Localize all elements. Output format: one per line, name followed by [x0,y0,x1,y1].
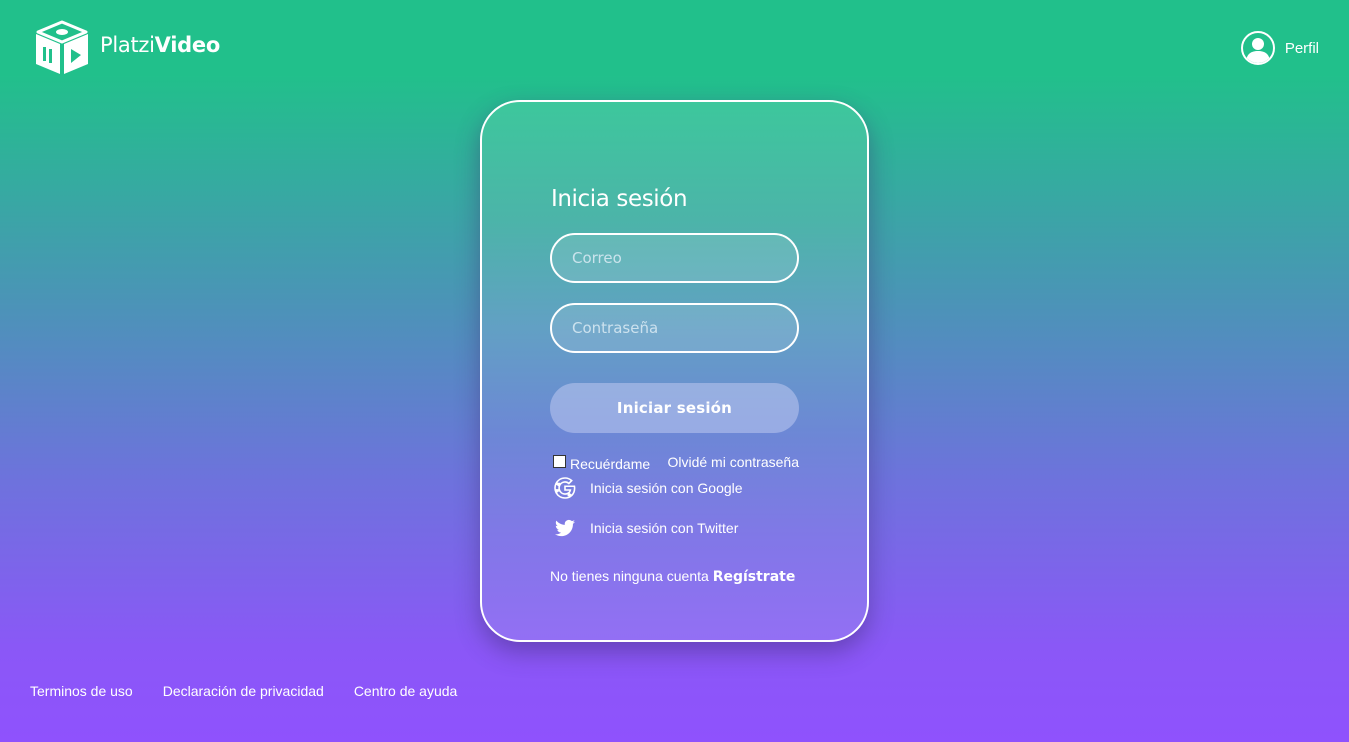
register-prompt-text: No tienes ninguna cuenta [550,568,713,584]
logo-text: PlatziVideo [100,32,220,57]
register-prompt: No tienes ninguna cuenta Regístrate [550,568,799,585]
remember-me-label: Recuérdame [570,456,651,472]
profile-label: Perfil [1284,39,1319,57]
password-field[interactable] [550,303,799,353]
site-footer: Terminos de uso Declaración de privacida… [30,683,487,699]
google-login-label: Inicia sesión con Google [590,480,743,496]
google-login-button[interactable]: Inicia sesión con Google [553,476,743,500]
footer-link-terms[interactable]: Terminos de uso [30,683,133,699]
remember-me[interactable]: Recuérdame [553,454,651,472]
google-icon [554,477,576,499]
forgot-password-link[interactable]: Olvidé mi contraseña [667,454,799,470]
register-link[interactable]: Regístrate [713,569,796,585]
login-card: Inicia sesión Iniciar sesión Recuérdame … [480,100,869,642]
login-title: Inicia sesión [551,186,688,212]
remember-me-checkbox[interactable] [553,454,566,468]
login-submit-button[interactable]: Iniciar sesión [550,383,799,433]
twitter-login-label: Inicia sesión con Twitter [590,520,739,536]
platzi-video-cube-icon [36,20,88,74]
footer-link-privacy[interactable]: Declaración de privacidad [163,683,324,699]
twitter-login-button[interactable]: Inicia sesión con Twitter [553,516,738,540]
site-header: PlatziVideo Perfil [0,0,1349,96]
footer-link-help[interactable]: Centro de ayuda [354,683,458,699]
twitter-icon [554,519,575,537]
email-field[interactable] [550,233,799,283]
login-options-row: Recuérdame Olvidé mi contraseña [553,454,799,474]
platzi-video-logo[interactable]: PlatziVideo [34,20,220,76]
profile-menu[interactable]: Perfil [1240,31,1319,65]
user-avatar-icon [1240,31,1275,65]
